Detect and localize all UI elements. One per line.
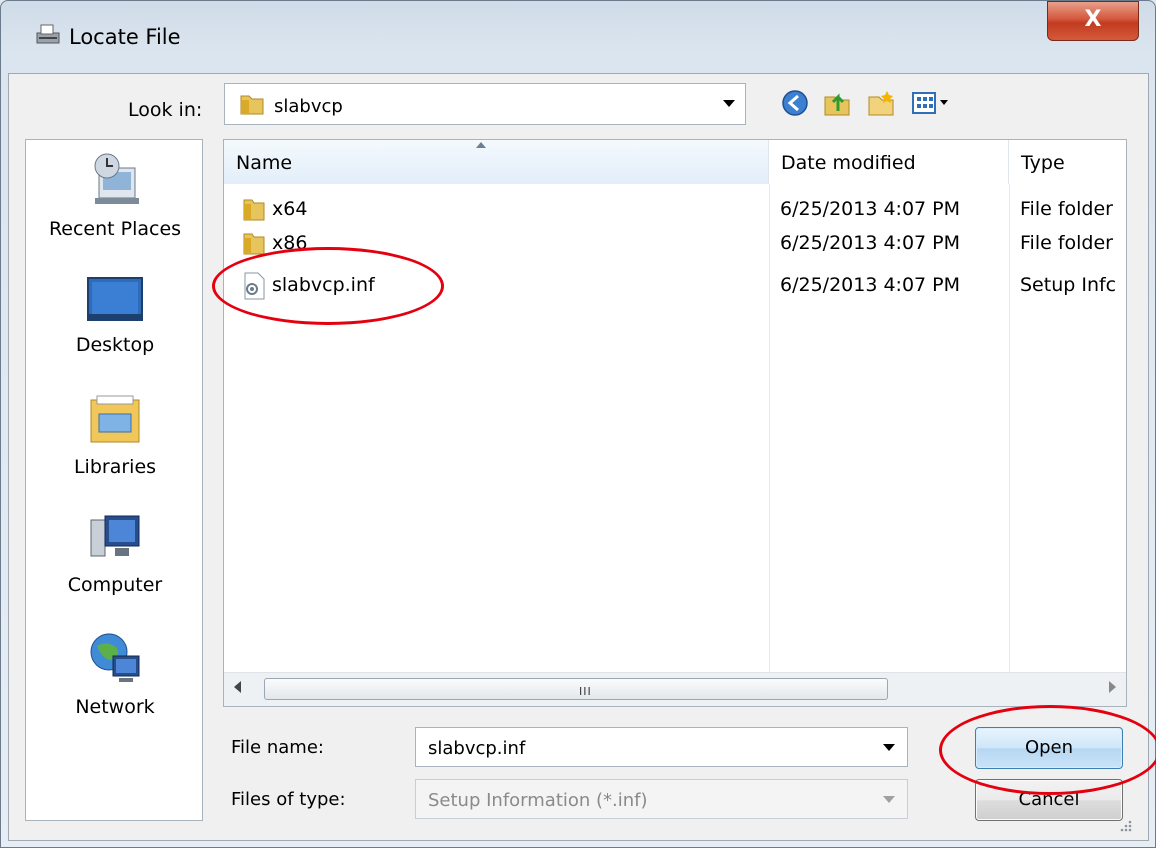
place-desktop[interactable]: Desktop xyxy=(26,276,204,356)
place-computer[interactable]: Computer xyxy=(26,512,204,596)
folder-icon xyxy=(243,233,265,255)
scroll-left-icon[interactable] xyxy=(234,681,241,693)
file-name-label: File name: xyxy=(231,737,324,758)
places-bar: Recent Places Desktop Libraries Computer… xyxy=(25,139,203,821)
scanner-icon xyxy=(36,24,60,44)
network-icon xyxy=(90,633,140,682)
desktop-icon xyxy=(87,277,143,321)
scrollbar-thumb[interactable]: III xyxy=(264,678,888,700)
look-in-dropdown[interactable]: slabvcp xyxy=(224,83,746,125)
place-recent-places[interactable]: Recent Places xyxy=(26,152,204,240)
look-in-label: Look in: xyxy=(128,99,203,121)
view-menu-icon[interactable] xyxy=(909,87,955,119)
place-label: Network xyxy=(75,696,155,718)
window-title: Locate File xyxy=(69,25,181,49)
column-header-date-modified[interactable]: Date modified xyxy=(769,140,1009,184)
column-header-type[interactable]: Type xyxy=(1009,140,1126,184)
file-name-value: slabvcp.inf xyxy=(428,738,526,759)
folder-icon xyxy=(240,95,264,115)
new-folder-icon[interactable] xyxy=(865,87,897,119)
file-name-combobox[interactable]: slabvcp.inf xyxy=(415,727,908,767)
folder-icon xyxy=(243,199,265,221)
chevron-down-icon[interactable] xyxy=(723,100,735,107)
place-label: Desktop xyxy=(75,334,155,356)
look-in-value: slabvcp xyxy=(274,96,343,117)
computer-icon xyxy=(90,515,140,557)
file-row[interactable]: x64 6/25/2013 4:07 PM File folder xyxy=(224,192,1126,226)
chevron-down-icon xyxy=(883,796,895,803)
file-type-label: Files of type: xyxy=(231,789,346,810)
red-circle-annotation xyxy=(939,705,1156,795)
up-folder-icon[interactable] xyxy=(821,87,853,119)
place-label: Recent Places xyxy=(48,218,182,240)
chevron-down-icon[interactable] xyxy=(883,744,895,751)
horizontal-scrollbar[interactable]: III xyxy=(224,672,1126,706)
recent-places-icon xyxy=(94,153,139,204)
place-network[interactable]: Network xyxy=(26,630,204,718)
libraries-icon xyxy=(90,395,140,443)
back-icon[interactable] xyxy=(779,87,811,119)
close-button[interactable]: X xyxy=(1047,1,1139,41)
title-bar[interactable]: Locate File X xyxy=(1,1,1156,73)
file-type-value: Setup Information (*.inf) xyxy=(428,790,648,811)
locate-file-dialog: Locate File X Look in: slabvcp Recent Pl… xyxy=(0,0,1156,848)
resize-grip-icon[interactable] xyxy=(1113,813,1133,833)
place-libraries[interactable]: Libraries xyxy=(26,394,204,478)
red-circle-annotation xyxy=(212,247,444,325)
column-header-name[interactable]: Name xyxy=(224,140,769,184)
place-label: Libraries xyxy=(73,456,157,478)
place-label: Computer xyxy=(67,574,163,596)
scroll-right-icon[interactable] xyxy=(1109,681,1116,693)
file-list: Name Date modified Type x64 6/25/2013 4:… xyxy=(223,139,1127,707)
file-type-dropdown: Setup Information (*.inf) xyxy=(415,779,908,819)
sort-ascending-icon xyxy=(476,142,486,148)
